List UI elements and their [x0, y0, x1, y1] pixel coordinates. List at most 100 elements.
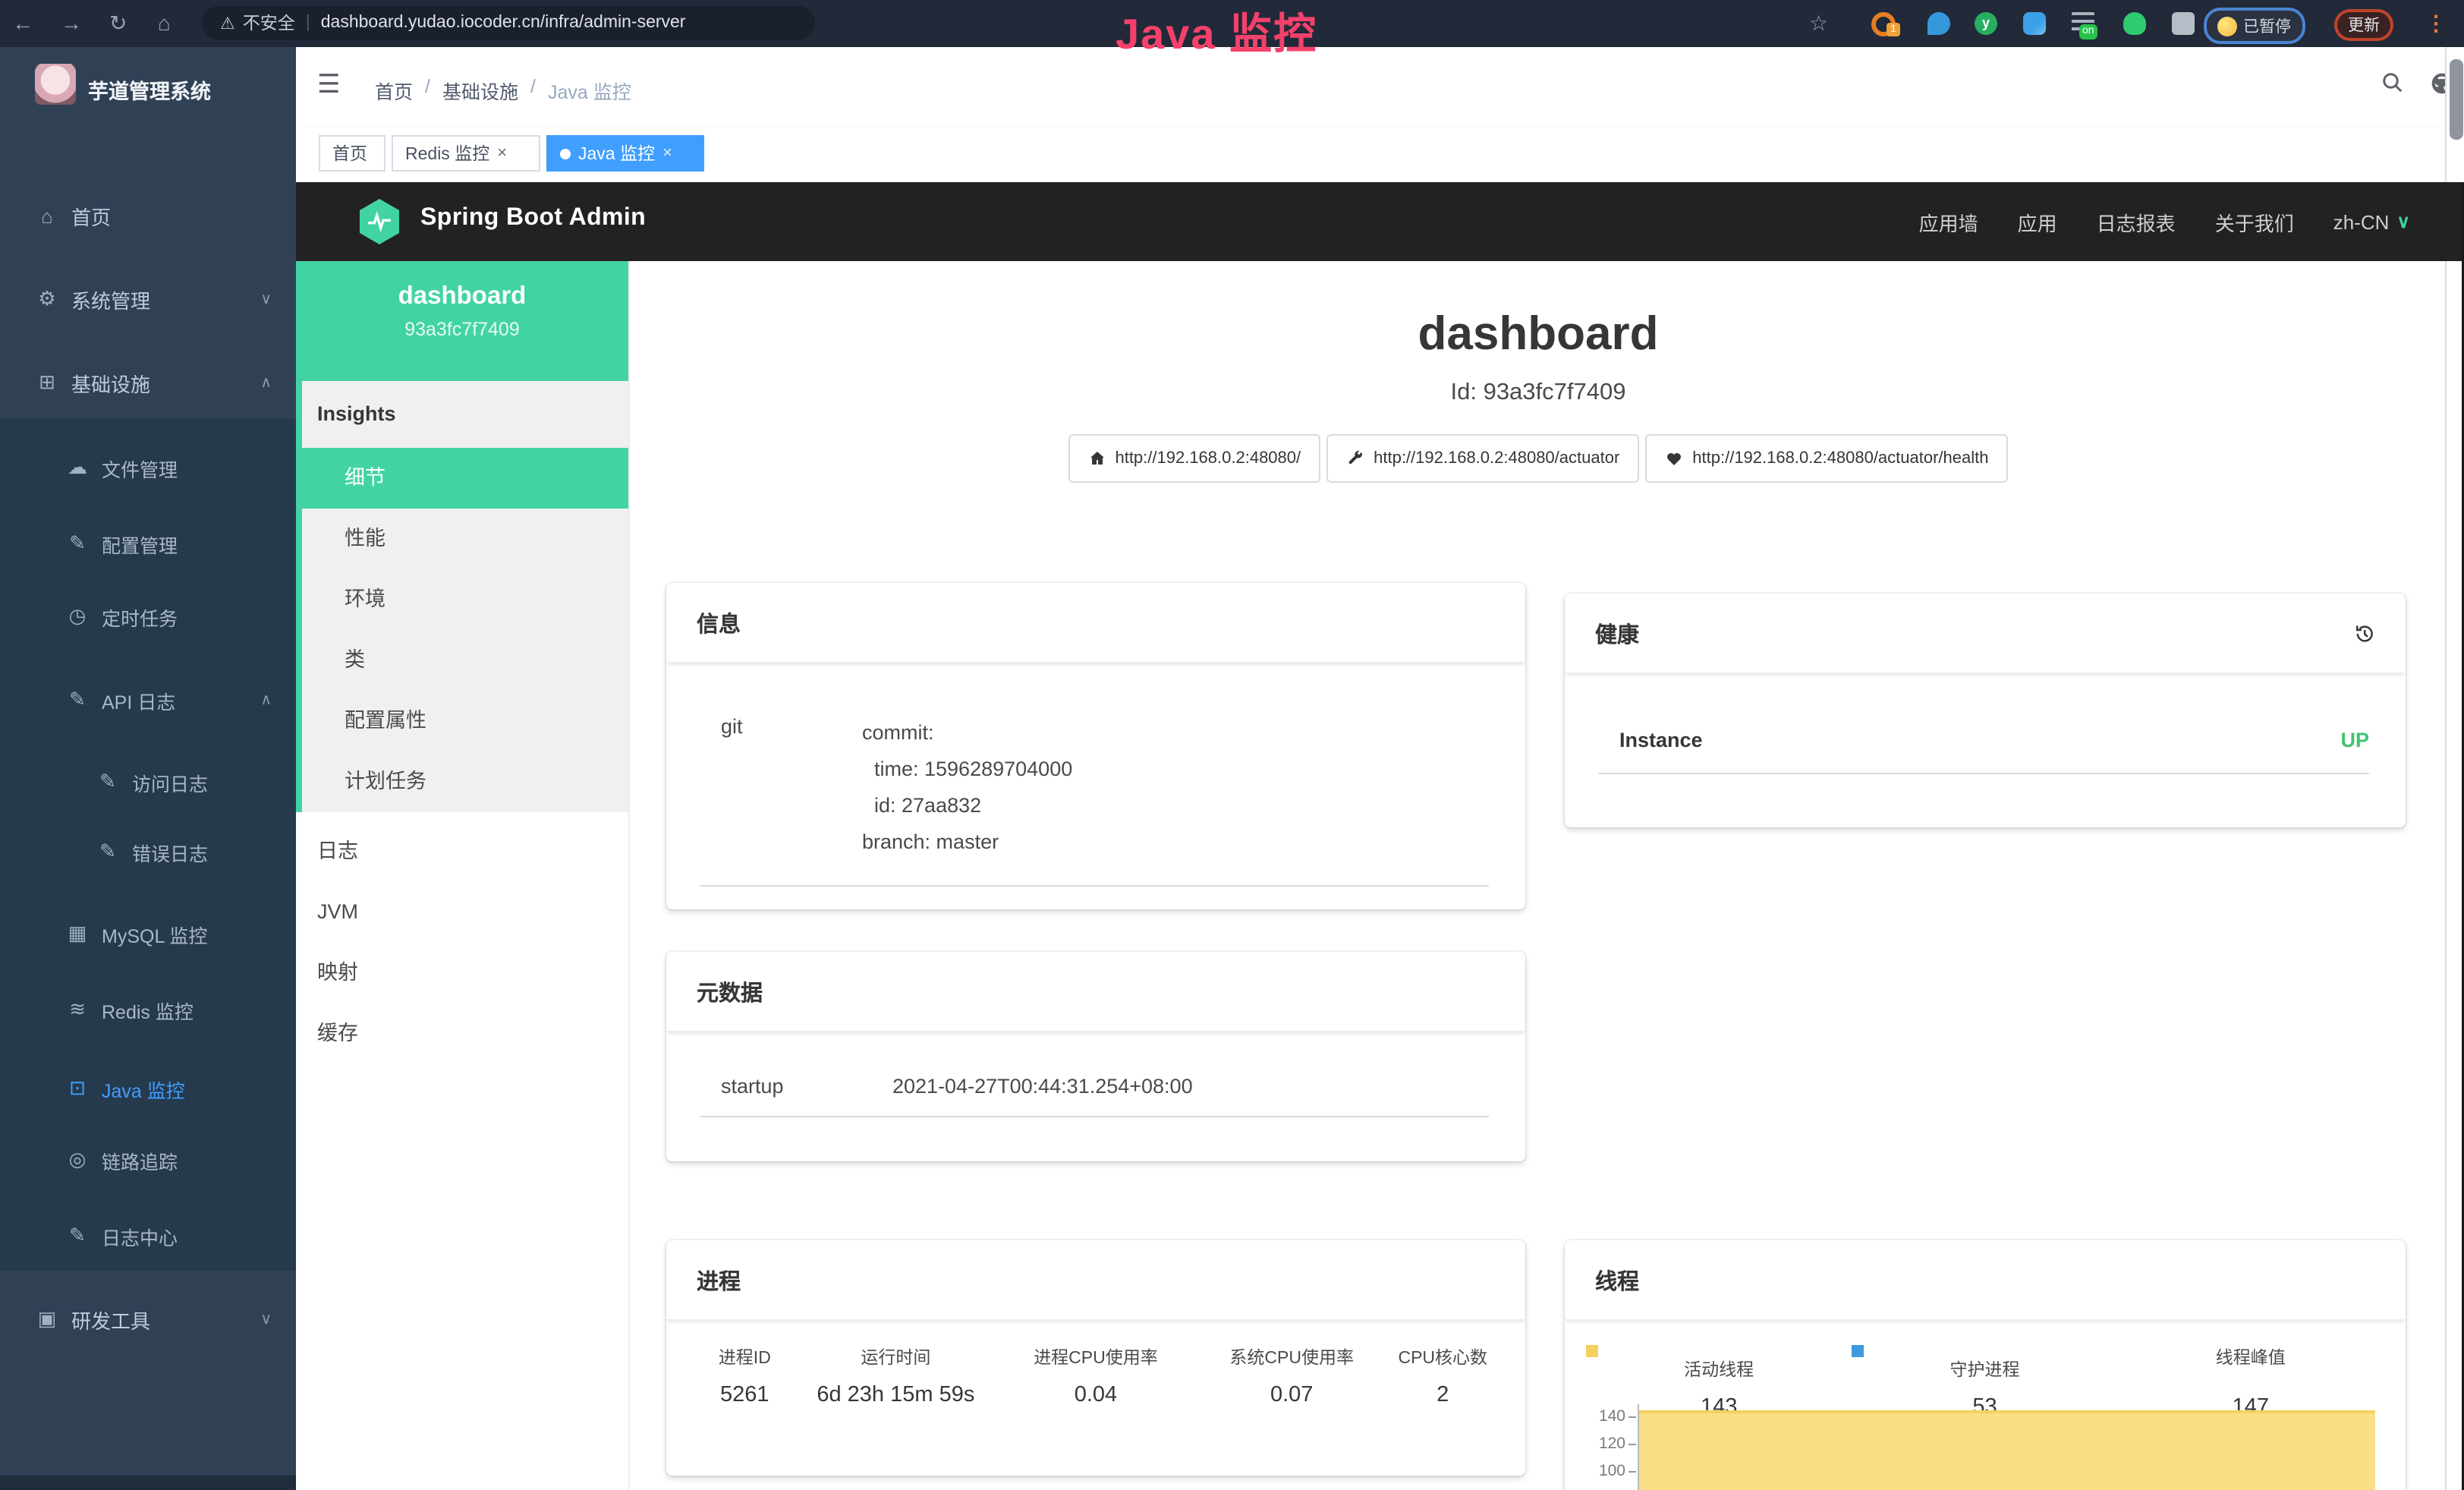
- nav-applications[interactable]: 应用: [2018, 207, 2057, 236]
- health-instance-row[interactable]: Instance UP: [1598, 674, 2369, 774]
- menu-item-metrics[interactable]: 性能: [302, 509, 628, 569]
- tab-java-monitor[interactable]: Java 监控 ×: [546, 135, 704, 172]
- metadata-row-label: startup: [721, 1075, 892, 1098]
- update-label: 更新: [2348, 14, 2380, 36]
- edit-icon: ✎: [65, 531, 90, 556]
- git-commit-line: commit:: [862, 715, 1072, 751]
- address-bar[interactable]: ⚠ 不安全 | dashboard.yudao.iocoder.cn/infra…: [202, 6, 815, 39]
- sidebar-item-label: 日志中心: [102, 1221, 178, 1250]
- menu-item-jvm[interactable]: JVM: [296, 882, 628, 943]
- eye-icon: ◎: [65, 1148, 90, 1172]
- menu-item-logs[interactable]: 日志: [296, 821, 628, 882]
- sidebar-item-label: MySQL 监控: [102, 919, 207, 948]
- uptime-value: 6d 23h 15m 59s: [802, 1383, 990, 1407]
- nav-applications-wall[interactable]: 应用墙: [1919, 207, 1978, 236]
- extension-person-icon[interactable]: [2123, 12, 2146, 35]
- nav-journal[interactable]: 日志报表: [2097, 207, 2176, 236]
- database-icon: ▦: [65, 921, 90, 946]
- sidebar-item-label: 基础设施: [71, 368, 150, 397]
- info-row-value: commit: time: 1596289704000 id: 27aa832 …: [862, 715, 1072, 861]
- y-tickmark: [1629, 1471, 1636, 1473]
- col-cpus: CPU核心数: [1382, 1345, 1504, 1369]
- sidebar-item-label: 定时任务: [102, 602, 178, 631]
- sidebar-item-redis-monitor[interactable]: ≋ Redis 监控: [0, 979, 296, 1040]
- sidebar-item-config-management[interactable]: ✎ 配置管理: [0, 513, 296, 574]
- col-process-cpu: 进程CPU使用率: [990, 1345, 1202, 1369]
- search-icon[interactable]: [2381, 71, 2404, 94]
- sba-details-view: dashboard Id: 93a3fc7f7409 http://192.16…: [630, 261, 2447, 1490]
- sidebar-logo-row[interactable]: 芋道管理系统: [0, 58, 296, 124]
- sba-nav-links: 应用墙 应用 日志报表 关于我们 zh-CN ∨: [1919, 182, 2410, 261]
- annotation-text: Java 监控: [1116, 2, 1317, 62]
- sidebar-item-file-management[interactable]: ☁ 文件管理: [0, 437, 296, 498]
- sba-logo-icon[interactable]: [360, 199, 399, 244]
- browser-forward-icon[interactable]: →: [61, 9, 82, 36]
- live-threads-label: 活动线程: [1586, 1357, 1852, 1381]
- close-icon[interactable]: ×: [497, 144, 507, 162]
- sidebar-item-error-logs[interactable]: ✎ 错误日志: [0, 821, 296, 882]
- extension-on-badge: on: [2079, 24, 2097, 39]
- sidebar-item-scheduled-tasks[interactable]: ◷ 定时任务: [0, 586, 296, 647]
- chevron-up-icon: ∧: [260, 691, 272, 708]
- cloud-icon: ☁: [65, 455, 90, 480]
- hamburger-icon[interactable]: ☰: [317, 70, 341, 100]
- language-select[interactable]: zh-CN ∨: [2333, 210, 2410, 233]
- not-secure-label: 不安全: [243, 11, 295, 35]
- bookmark-star-icon[interactable]: ☆: [1809, 9, 1828, 36]
- health-card-title: 健康: [1595, 617, 1639, 649]
- daemon-threads-label: 守护进程: [1852, 1357, 2117, 1381]
- menu-item-caches[interactable]: 缓存: [296, 1003, 628, 1064]
- metadata-row: startup 2021-04-27T00:44:31.254+08:00: [700, 1032, 1489, 1117]
- sidebar-item-label: 系统管理: [71, 285, 150, 313]
- sidebar-item-dev-tools[interactable]: ▣ 研发工具 ∨: [0, 1289, 296, 1350]
- update-button[interactable]: 更新: [2334, 9, 2393, 41]
- breadcrumb-home[interactable]: 首页: [375, 76, 413, 105]
- health-url-button[interactable]: http://192.168.0.2:48080/actuator/health: [1645, 434, 2008, 483]
- sidebar-item-system[interactable]: ⚙ 系统管理 ∨: [0, 269, 296, 329]
- extension-y-icon[interactable]: y: [1975, 12, 1997, 35]
- extension-puzzle-icon[interactable]: [2172, 12, 2195, 35]
- tab-redis-monitor[interactable]: Redis 监控 ×: [392, 135, 540, 172]
- y-tickmark: [1629, 1416, 1636, 1418]
- paused-extension-chip[interactable]: 已暂停: [2204, 8, 2305, 44]
- status-badge: UP: [2340, 729, 2369, 751]
- sidebar-item-api-logs[interactable]: ✎ API 日志 ∧: [0, 669, 296, 730]
- menu-item-mappings[interactable]: 映射: [296, 943, 628, 1003]
- history-icon[interactable]: [2352, 622, 2375, 644]
- app-logo: [35, 64, 76, 105]
- heart-icon: [1665, 449, 1683, 468]
- scrollbar-thumb[interactable]: [2450, 59, 2463, 140]
- sidebar-item-mysql-monitor[interactable]: ▦ MySQL 监控: [0, 903, 296, 964]
- sidebar-item-home[interactable]: ⌂ 首页: [0, 185, 296, 246]
- monitor-icon: ⊞: [35, 370, 59, 395]
- browser-reload-icon[interactable]: ↻: [109, 9, 127, 36]
- extension-pin-icon[interactable]: [1927, 12, 1950, 35]
- browser-home-icon[interactable]: ⌂: [158, 9, 171, 36]
- wrench-icon: [1346, 449, 1364, 468]
- instance-id: 93a3fc7f7409: [296, 319, 628, 340]
- menu-item-classes[interactable]: 类: [302, 630, 628, 691]
- sidebar-item-label: API 日志: [102, 685, 175, 714]
- sidebar-item-access-logs[interactable]: ✎ 访问日志: [0, 751, 296, 812]
- instance-header[interactable]: dashboard 93a3fc7f7409: [296, 261, 628, 381]
- menu-item-details[interactable]: 细节: [296, 448, 628, 509]
- browser-back-icon[interactable]: ←: [12, 9, 33, 36]
- process-card: 进程 进程ID 运行时间 进程CPU使用率 系统CPU使用率 CPU核心数 52…: [666, 1240, 1525, 1476]
- actuator-url-button[interactable]: http://192.168.0.2:48080/actuator: [1326, 434, 1639, 483]
- page-title: dashboard: [630, 307, 2447, 361]
- nav-about[interactable]: 关于我们: [2215, 207, 2294, 236]
- service-url-button[interactable]: http://192.168.0.2:48080/: [1068, 434, 1320, 483]
- breadcrumb-infra[interactable]: 基础设施: [442, 76, 518, 105]
- tab-home[interactable]: 首页: [319, 135, 385, 172]
- browser-menu-icon[interactable]: ⋮: [2425, 9, 2447, 36]
- close-icon[interactable]: ×: [662, 144, 672, 162]
- sidebar-item-infrastructure[interactable]: ⊞ 基础设施 ∧: [0, 352, 296, 413]
- sidebar-item-log-center[interactable]: ✎ 日志中心: [0, 1205, 296, 1266]
- sidebar-item-java-monitor[interactable]: ⊡ Java 监控: [0, 1058, 296, 1119]
- menu-item-environment[interactable]: 环境: [302, 569, 628, 630]
- sidebar-item-tracing[interactable]: ◎ 链路追踪: [0, 1129, 296, 1190]
- menu-item-scheduled[interactable]: 计划任务: [302, 751, 628, 812]
- menu-item-config-props[interactable]: 配置属性: [302, 691, 628, 751]
- extension-grid-icon[interactable]: [2023, 12, 2046, 35]
- tab-label: Java 监控: [578, 141, 655, 165]
